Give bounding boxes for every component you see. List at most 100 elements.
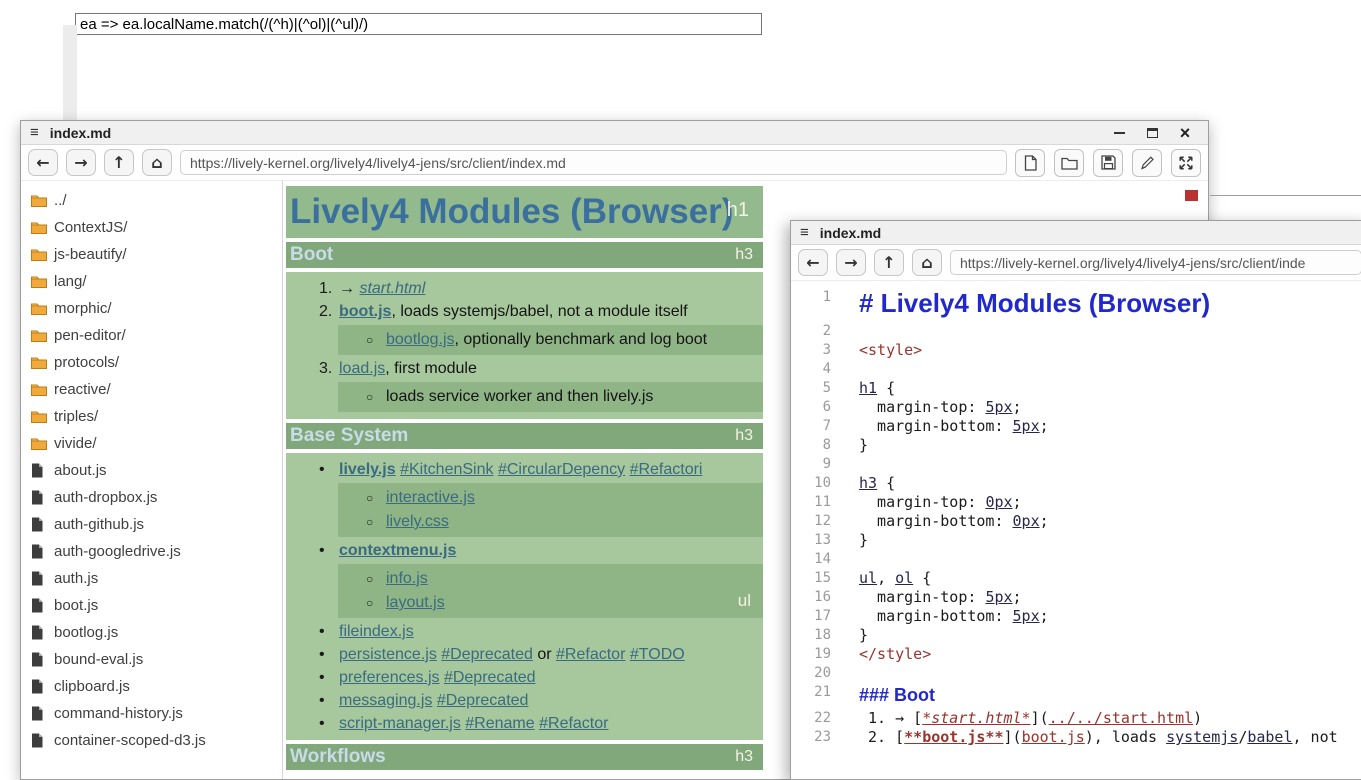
url-input[interactable]	[950, 250, 1361, 275]
sidebar-item-pen-editor[interactable]: pen-editor/	[31, 322, 282, 349]
save-button[interactable]	[1093, 149, 1123, 177]
markdown-link[interactable]: #TODO	[630, 646, 685, 663]
file-sidebar: ../ContextJS/js-beautify/lang/morphic/pe…	[21, 181, 283, 779]
markdown-link[interactable]: #Refactor	[539, 715, 608, 732]
sidebar-item-container-scoped-d3-js[interactable]: container-scoped-d3.js	[31, 727, 282, 754]
window-menu-icon[interactable]: ≡	[800, 225, 809, 240]
code-token: ](	[1031, 709, 1049, 727]
sidebar-item-auth-googledrive-js[interactable]: auth-googledrive.js	[31, 538, 282, 565]
editor-line: 18}	[791, 626, 1361, 645]
markdown-link[interactable]: #Rename	[465, 715, 534, 732]
code-text: ### Boot	[847, 683, 935, 707]
sidebar-item-contextjs[interactable]: ContextJS/	[31, 214, 282, 241]
sidebar-item-parent-dir[interactable]: ../	[31, 187, 282, 214]
markdown-link[interactable]: fileindex.js	[339, 623, 414, 640]
markdown-h1-block: Lively4 Modules (Browser)h1	[286, 186, 763, 238]
list-item: •script-manager.js #Rename #Refactor	[286, 712, 763, 735]
window-titlebar[interactable]: ≡ index.md ×	[21, 121, 1208, 145]
sidebar-item-reactive[interactable]: reactive/	[31, 376, 282, 403]
forward-button[interactable]: →	[66, 149, 96, 176]
list-marker: ○	[366, 511, 386, 534]
back-button[interactable]: ←	[28, 149, 58, 176]
up-button[interactable]: ↑	[104, 149, 134, 176]
line-number: 15	[791, 569, 847, 588]
markdown-link[interactable]: #Refactori	[630, 461, 703, 478]
minimize-button[interactable]	[1110, 125, 1128, 141]
markdown-link[interactable]: lively.css	[386, 513, 449, 530]
window-titlebar[interactable]: ≡ index.md	[791, 221, 1361, 245]
sidebar-item-label: triples/	[54, 408, 98, 425]
sidebar-item-bound-eval-js[interactable]: bound-eval.js	[31, 646, 282, 673]
home-button[interactable]: ⌂	[142, 149, 172, 176]
markdown-link[interactable]: contextmenu.js	[339, 542, 456, 559]
url-input[interactable]	[180, 150, 1007, 175]
list-item: •preferences.js #Deprecated	[286, 666, 763, 689]
expand-button[interactable]	[1171, 149, 1201, 177]
markdown-link[interactable]: persistence.js	[339, 646, 437, 663]
markdown-link[interactable]: script-manager.js	[339, 715, 461, 732]
markdown-link[interactable]: #KitchenSink	[400, 461, 493, 478]
connector-strip	[63, 25, 77, 120]
home-button[interactable]: ⌂	[912, 249, 942, 276]
markdown-link[interactable]: messaging.js	[339, 692, 432, 709]
markdown-link[interactable]: boot.js	[339, 303, 391, 320]
code-token: ul	[859, 569, 877, 587]
markdown-link[interactable]: interactive.js	[386, 489, 475, 506]
code-text: h3 {	[847, 474, 895, 493]
edit-button[interactable]	[1132, 149, 1162, 177]
element-filter-expression-input[interactable]	[75, 13, 762, 35]
list-item: 1.→ start.html	[286, 277, 763, 300]
sidebar-item-lang[interactable]: lang/	[31, 268, 282, 295]
list-marker: •	[319, 712, 339, 735]
forward-button[interactable]: →	[836, 249, 866, 276]
markdown-link[interactable]: load.js	[339, 360, 385, 377]
close-button[interactable]: ×	[1176, 125, 1194, 141]
section-heading: Boot	[286, 244, 333, 266]
maximize-button[interactable]	[1143, 125, 1161, 141]
sidebar-item-vivide[interactable]: vivide/	[31, 430, 282, 457]
line-number: 19	[791, 645, 847, 664]
code-token: )	[1193, 709, 1202, 727]
sidebar-item-about-js[interactable]: about.js	[31, 457, 282, 484]
open-folder-button[interactable]	[1054, 149, 1084, 177]
markdown-link[interactable]: preferences.js	[339, 669, 440, 686]
back-button[interactable]: ←	[798, 249, 828, 276]
markdown-link[interactable]: lively.js	[339, 461, 396, 478]
editor-line: 16 margin-top: 5px;	[791, 588, 1361, 607]
window-menu-icon[interactable]: ≡	[30, 125, 39, 140]
markdown-link[interactable]: layout.js	[386, 594, 445, 611]
sidebar-item-triples[interactable]: triples/	[31, 403, 282, 430]
markdown-link[interactable]: #Refactor	[556, 646, 625, 663]
sidebar-item-auth-github-js[interactable]: auth-github.js	[31, 511, 282, 538]
sidebar-item-clipboard-js[interactable]: clipboard.js	[31, 673, 282, 700]
sidebar-item-auth-dropbox-js[interactable]: auth-dropbox.js	[31, 484, 282, 511]
sidebar-item-js-beautify[interactable]: js-beautify/	[31, 241, 282, 268]
markdown-link[interactable]: info.js	[386, 570, 428, 587]
editor-line: 5h1 {	[791, 379, 1361, 398]
sidebar-item-bootlog-js[interactable]: bootlog.js	[31, 619, 282, 646]
markdown-link[interactable]: bootlog.js	[386, 331, 455, 348]
up-button[interactable]: ↑	[874, 249, 904, 276]
sidebar-item-command-history-js[interactable]: command-history.js	[31, 700, 282, 727]
code-editor[interactable]: 1# Lively4 Modules (Browser)23<style>45h…	[791, 281, 1361, 779]
markdown-link[interactable]: start.html	[359, 280, 425, 297]
new-file-icon	[1023, 155, 1038, 171]
line-number: 20	[791, 664, 847, 683]
sidebar-item-label: vivide/	[54, 435, 97, 452]
markdown-link[interactable]: #Deprecated	[441, 646, 533, 663]
sidebar-item-boot-js[interactable]: boot.js	[31, 592, 282, 619]
markdown-link[interactable]: #Deprecated	[437, 692, 529, 709]
sidebar-item-auth-js[interactable]: auth.js	[31, 565, 282, 592]
file-icon	[31, 598, 47, 613]
markdown-link[interactable]: #Deprecated	[444, 669, 536, 686]
line-number: 11	[791, 493, 847, 512]
line-number: 1	[791, 288, 847, 307]
code-token: , not	[1293, 728, 1338, 746]
list-marker: ○	[366, 568, 386, 591]
markdown-link[interactable]: #CircularDepency	[498, 461, 625, 478]
sidebar-item-morphic[interactable]: morphic/	[31, 295, 282, 322]
code-token: systemjs	[1166, 728, 1238, 746]
sidebar-item-protocols[interactable]: protocols/	[31, 349, 282, 376]
file-icon	[31, 733, 47, 748]
new-file-button[interactable]	[1015, 149, 1045, 177]
